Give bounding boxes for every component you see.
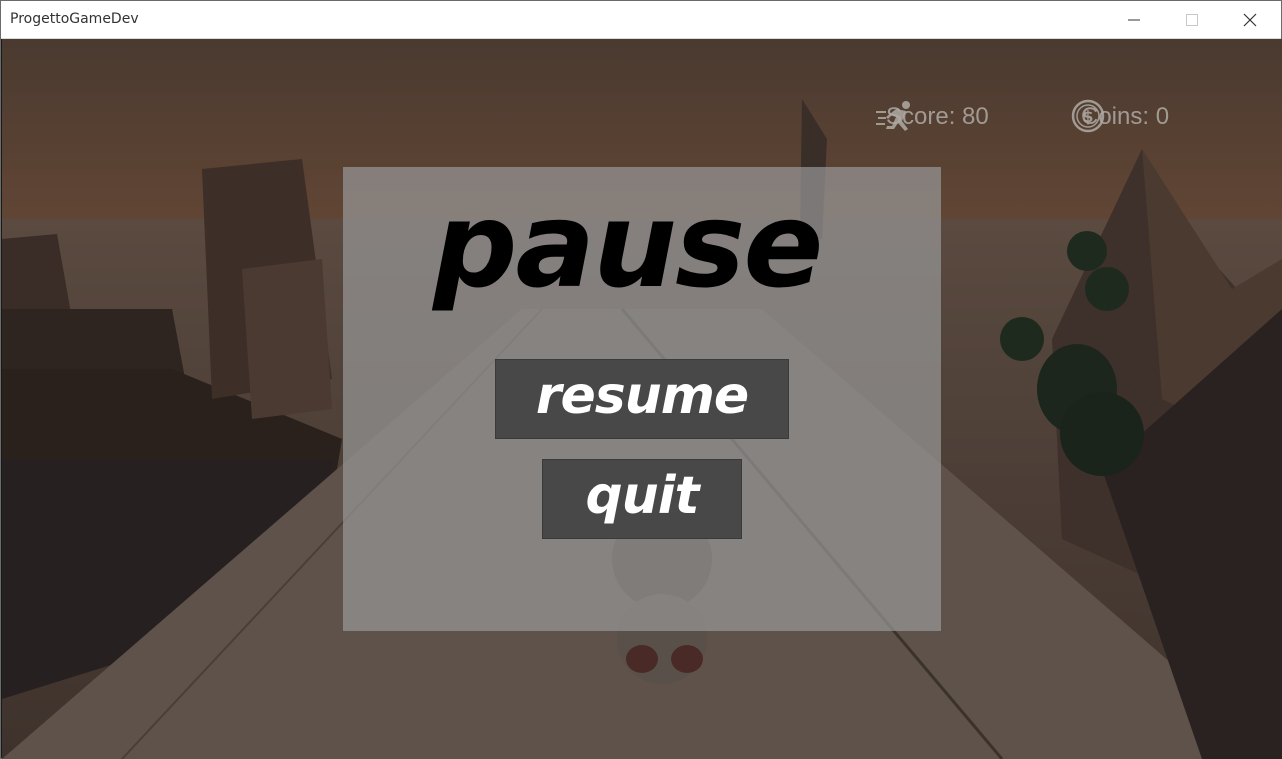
- close-button[interactable]: [1221, 1, 1279, 38]
- game-window: ProgettoGameDev Score: 80 $ Coins: 0 pau…: [0, 0, 1282, 759]
- score-display: Score: 80: [876, 99, 989, 135]
- minimize-button[interactable]: [1105, 1, 1163, 38]
- close-icon: [1243, 13, 1257, 26]
- pause-title-text: pause: [431, 206, 821, 314]
- window-title: ProgettoGameDev: [10, 11, 139, 27]
- minimize-icon: [1128, 19, 1140, 20]
- pause-title-graphic: pause: [431, 176, 823, 314]
- coins-display: $ Coins: 0: [1071, 99, 1169, 135]
- dollar-coin-icon: $: [1071, 99, 1105, 133]
- quit-button[interactable]: quit: [542, 459, 742, 539]
- pause-title: pause: [429, 176, 873, 326]
- quit-button-label: quit: [585, 466, 700, 526]
- svg-text:$: $: [1082, 107, 1093, 126]
- maximize-icon: [1186, 13, 1198, 26]
- resume-button-label: resume: [535, 366, 749, 426]
- runner-icon: [876, 101, 910, 131]
- title-bar[interactable]: ProgettoGameDev: [1, 1, 1281, 39]
- resume-button[interactable]: resume: [495, 359, 789, 439]
- maximize-button[interactable]: [1163, 1, 1221, 38]
